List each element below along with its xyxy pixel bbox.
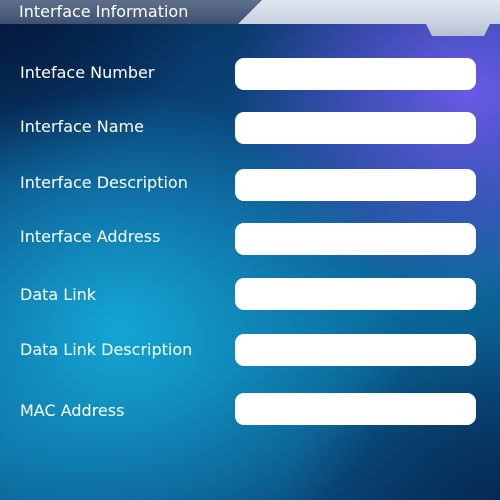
- label-data-link: Data Link: [20, 285, 97, 304]
- interface-information-screen: Interface Information Inteface Number In…: [0, 0, 500, 500]
- window-title: Interface Information: [19, 2, 189, 21]
- title-bar-light-segment: [238, 0, 500, 24]
- mac-address-input[interactable]: [235, 393, 476, 425]
- interface-address-input[interactable]: [235, 223, 476, 255]
- label-mac-address: MAC Address: [20, 401, 125, 420]
- label-interface-name: Interface Name: [20, 117, 144, 136]
- label-interface-description: Interface Description: [20, 173, 188, 192]
- interface-number-input[interactable]: [235, 58, 476, 90]
- title-bar: Interface Information: [0, 0, 500, 24]
- label-data-link-description: Data Link Description: [20, 340, 193, 359]
- title-bar-tab: [426, 24, 490, 36]
- label-interface-number: Inteface Number: [20, 63, 155, 82]
- label-interface-address: Interface Address: [20, 227, 161, 246]
- data-link-input[interactable]: [235, 278, 476, 310]
- interface-name-input[interactable]: [235, 112, 476, 144]
- data-link-description-input[interactable]: [235, 334, 476, 366]
- interface-description-input[interactable]: [235, 169, 476, 201]
